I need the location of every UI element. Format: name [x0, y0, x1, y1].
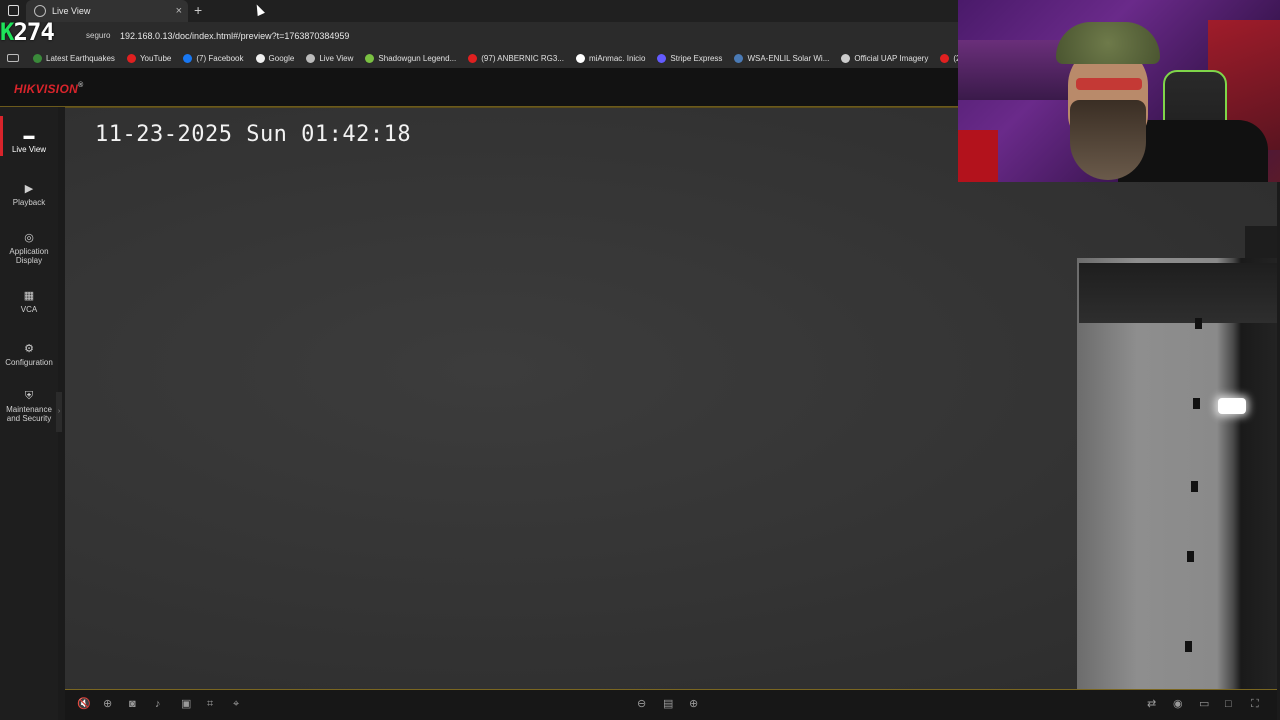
bright-light: [1218, 398, 1246, 414]
bookmark-item[interactable]: miAnmac. Inicio: [575, 53, 646, 63]
apps-icon[interactable]: [7, 54, 19, 62]
building-window: [1191, 481, 1198, 492]
window-icon[interactable]: □: [1225, 698, 1232, 710]
bookmark-label: WSA-ENLIL Solar Wi...: [747, 53, 830, 63]
application-icon: ◎: [24, 232, 34, 244]
bookmark-favicon-icon: [306, 53, 316, 63]
bookmark-favicon-icon: [657, 53, 667, 63]
nav-item-maintenance-and-security[interactable]: ⛨ Maintenance and Security: [0, 390, 58, 423]
bookmark-item[interactable]: Latest Earthquakes: [33, 53, 115, 63]
building-window: [1185, 641, 1192, 652]
microphone-icon[interactable]: ♪: [155, 698, 161, 710]
playback-icon: ▶: [24, 183, 34, 195]
bookmark-item[interactable]: Google: [255, 53, 295, 63]
digital-zoom-icon[interactable]: ⌗: [207, 698, 213, 710]
bookmark-favicon-icon: [940, 53, 950, 63]
nav-label: Live View: [11, 145, 47, 154]
bookmark-item[interactable]: (97) ANBERNIC RG3...: [468, 53, 564, 63]
building-window: [1195, 318, 1202, 329]
stop-all-icon[interactable]: ▤: [663, 698, 673, 710]
bookmark-label: (97) ANBERNIC RG3...: [481, 53, 564, 63]
capture-icon[interactable]: ◙: [129, 698, 136, 710]
bookmark-item[interactable]: (7) Facebook: [183, 53, 244, 63]
nav-label: Maintenance and Security: [6, 405, 52, 423]
nav-label: Application Display: [9, 247, 49, 265]
bookmark-item[interactable]: YouTube: [126, 53, 172, 63]
streamer-webcam-overlay: [958, 0, 1280, 182]
bookmark-label: Stripe Express: [670, 53, 723, 63]
ratio-icon[interactable]: ▭: [1199, 698, 1209, 710]
osd-timestamp: 11-23-2025 Sun 01:42:18: [95, 122, 412, 147]
bookmark-label: Google: [268, 53, 295, 63]
bookmark-label: Live View: [319, 53, 354, 63]
zoom-icon[interactable]: ⊕: [103, 698, 112, 710]
building-roof: [1079, 263, 1277, 323]
building-window: [1193, 398, 1200, 409]
bookmark-favicon-icon: [183, 53, 193, 63]
live-video-feed[interactable]: 11-23-2025 Sun 01:42:18: [65, 107, 1277, 690]
live-view-icon: ▬: [23, 130, 35, 142]
bookmark-label: YouTube: [139, 53, 172, 63]
nav-item-configuration[interactable]: ⚙ Configuration: [0, 343, 58, 367]
bookmark-favicon-icon: [33, 53, 42, 63]
nav-item-playback[interactable]: ▶ Playback: [0, 183, 58, 207]
bookmark-item[interactable]: WSA-ENLIL Solar Wi...: [734, 53, 830, 63]
nav-label: Playback: [12, 198, 46, 207]
fullscreen-icon[interactable]: ⛶: [1251, 698, 1259, 710]
bookmark-label: Latest Earthquakes: [46, 53, 115, 63]
stream-switch-icon[interactable]: ⇄: [1147, 698, 1156, 710]
prev-window-icon[interactable]: ⊖: [637, 698, 646, 710]
nav-item-application-display[interactable]: ◎ Application Display: [0, 232, 58, 265]
bookmark-item[interactable]: Stripe Express: [657, 53, 723, 63]
mouse-cursor-icon: [253, 2, 265, 17]
bookmark-label: miAnmac. Inicio: [588, 53, 646, 63]
bookmark-item[interactable]: Live View: [306, 53, 354, 63]
bookmark-label: Official UAP Imagery: [854, 53, 929, 63]
bookmark-item[interactable]: Official UAP Imagery: [841, 53, 929, 63]
bookmark-label: Shadowgun Legend...: [378, 53, 457, 63]
tab-title: Live View: [52, 6, 91, 16]
next-window-icon[interactable]: ⊕: [689, 698, 698, 710]
brand-logo: HIKVISION®: [14, 82, 84, 96]
bookmark-label: (7) Facebook: [196, 53, 244, 63]
tab-close-icon[interactable]: ×: [176, 5, 182, 17]
nav-label: Configuration: [5, 358, 53, 367]
nav-label: VCA: [20, 305, 38, 314]
record-snapshot-icon[interactable]: ▣: [181, 698, 191, 710]
record-icon[interactable]: ◉: [1173, 698, 1183, 710]
url-field[interactable]: 192.168.0.13/doc/index.html#/preview?t=1…: [120, 31, 349, 41]
nav-item-vca[interactable]: ▦ VCA: [0, 290, 58, 314]
building-window: [1187, 551, 1194, 562]
mute-icon[interactable]: 🔇: [77, 698, 91, 710]
tab-favicon-icon: [34, 5, 46, 17]
nav-item-live-view[interactable]: ▬ Live View: [0, 130, 58, 154]
new-tab-button[interactable]: +: [194, 3, 202, 17]
bookmark-favicon-icon: [734, 53, 744, 63]
maintenance-icon: ⛨: [24, 390, 34, 402]
insecure-indicator[interactable]: seguro: [86, 31, 110, 40]
bookmark-favicon-icon: [841, 53, 851, 63]
gear-icon: ⚙: [24, 343, 34, 355]
bookmark-favicon-icon: [365, 53, 375, 63]
bookmark-favicon-icon: [468, 53, 478, 63]
vca-icon: ▦: [23, 290, 35, 302]
stream-counter-overlay: K274: [0, 18, 55, 46]
3d-position-icon[interactable]: ⌖: [233, 698, 239, 710]
window-menu-icon[interactable]: [8, 5, 19, 16]
bookmark-favicon-icon: [126, 53, 136, 63]
bookmark-favicon-icon: [575, 53, 585, 63]
bookmark-item[interactable]: Shadowgun Legend...: [365, 53, 457, 63]
video-control-bar: 🔇 ⊕ ◙ ♪ ▣ ⌗ ⌖ ⊖ ▤ ⊕ ⇄ ◉ ▭ □ ⛶: [65, 690, 1277, 720]
bookmark-favicon-icon: [255, 53, 265, 63]
